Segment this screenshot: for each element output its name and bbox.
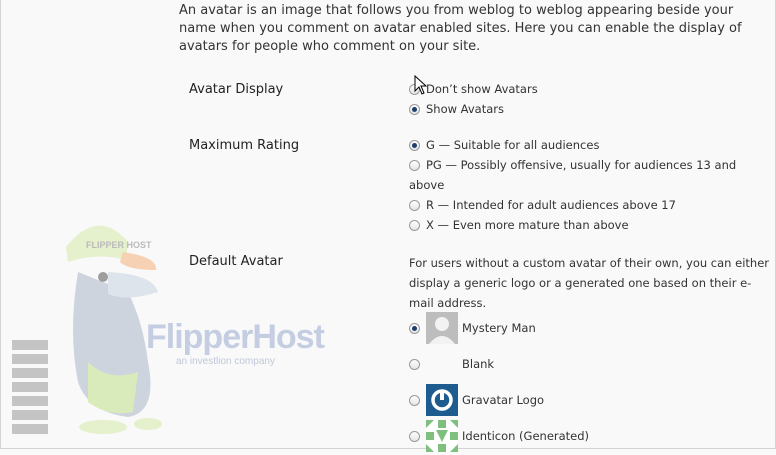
avatar-option-label: Blank [462,357,495,371]
radio-label: X — Even more mature than above [426,218,629,232]
radio-rating-x[interactable]: X — Even more mature than above [409,215,629,235]
avatar-option-gravatar-logo[interactable]: Gravatar Logo [409,383,544,417]
radio-dont-show-avatars[interactable]: Don’t show Avatars [409,79,538,99]
avatar-option-identicon[interactable]: Identicon (Generated) [409,419,589,453]
radio-button[interactable] [409,430,420,442]
radio-show-avatars[interactable]: Show Avatars [409,99,504,119]
avatar-option-blank[interactable]: Blank [409,347,494,381]
identicon-icon [426,420,458,452]
radio-button[interactable] [409,220,420,231]
radio-button[interactable] [409,200,420,211]
gravatar-logo-icon [426,384,458,416]
radio-label: PG — Possibly offensive, usually for aud… [409,158,737,192]
radio-label: R — Intended for adult audiences above 1… [426,198,676,212]
mascot-cap-text: FLIPPER HOST [86,240,152,250]
radio-label: Show Avatars [426,102,505,116]
radio-button[interactable] [409,160,420,171]
radio-button-selected[interactable] [409,322,420,334]
radio-rating-pg[interactable]: PG — Possibly offensive, usually for aud… [409,155,764,195]
radio-button[interactable] [409,394,420,406]
radio-button[interactable] [409,358,420,370]
maximum-rating-label: Maximum Rating [189,138,300,153]
radio-label: Don’t show Avatars [426,82,538,96]
radio-button-selected[interactable] [409,140,420,151]
radio-rating-r[interactable]: R — Intended for adult audiences above 1… [409,195,676,215]
avatar-option-label: Identicon (Generated) [462,429,590,443]
radio-rating-g[interactable]: G — Suitable for all audiences [409,135,599,155]
radio-button-selected[interactable] [409,104,420,115]
flipperhost-brand-text: FlipperHost [146,318,325,356]
blank-icon [426,348,458,380]
avatars-intro-text: An avatar is an image that follows you f… [179,3,742,54]
flipperhost-tagline: an investlion company [176,356,275,367]
avatar-display-label: Avatar Display [189,82,284,97]
avatar-option-label: Mystery Man [462,321,536,335]
mouse-cursor-icon [414,75,428,95]
avatar-option-label: Gravatar Logo [462,393,545,407]
default-avatar-label: Default Avatar [189,254,283,269]
radio-label: G — Suitable for all audiences [426,138,600,152]
default-avatar-description: For users without a custom avatar of the… [409,256,769,310]
avatar-option-mystery-man[interactable]: Mystery Man [409,311,536,345]
mystery-man-icon [426,312,458,344]
